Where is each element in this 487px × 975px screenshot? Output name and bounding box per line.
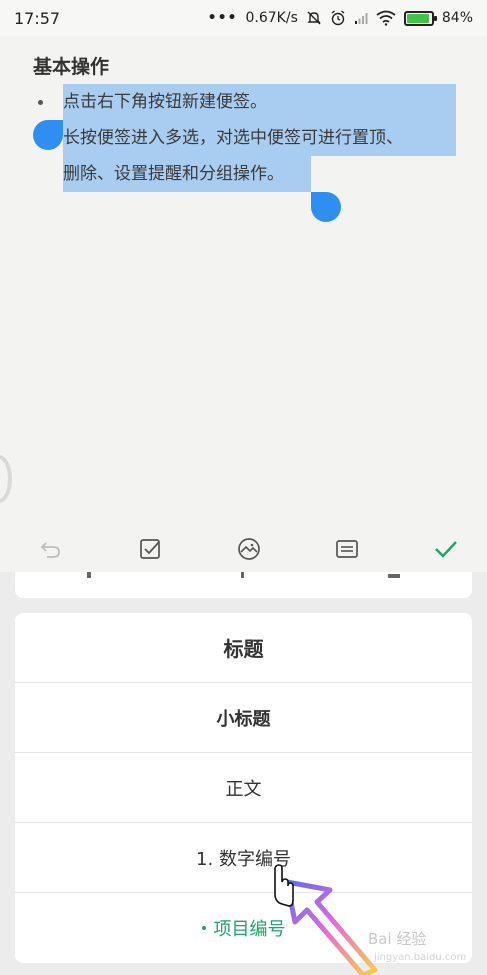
status-dots: ••• bbox=[207, 10, 238, 26]
done-check-icon bbox=[435, 541, 457, 558]
menu-item-label: 1. 数字编号 bbox=[196, 848, 291, 870]
insert-image-button[interactable] bbox=[234, 534, 264, 564]
selection-end-handle[interactable] bbox=[311, 192, 341, 222]
undo-icon bbox=[40, 542, 60, 558]
watermark-logo: Bai 经验 bbox=[368, 930, 427, 948]
checklist-button[interactable] bbox=[135, 534, 165, 564]
paragraph-style-menu: 标题 小标题 正文 1. 数字编号 项目编号 bbox=[15, 613, 472, 963]
format-tools-card[interactable] bbox=[15, 572, 472, 598]
watermark-url: jingyan.baidu.com bbox=[374, 952, 467, 963]
menu-item-heading[interactable]: 标题 bbox=[15, 613, 472, 683]
note-title[interactable]: 基本操作 bbox=[33, 52, 109, 79]
alarm-icon bbox=[331, 10, 345, 26]
image-icon bbox=[237, 538, 260, 560]
format-tool-mark bbox=[241, 572, 244, 578]
mute-bell-icon bbox=[307, 11, 321, 25]
bullet-dot bbox=[38, 100, 43, 105]
menu-item-label: 项目编号 bbox=[213, 919, 286, 940]
battery-percent: 84% bbox=[441, 10, 473, 26]
menu-item-label: 正文 bbox=[225, 778, 262, 800]
done-button[interactable] bbox=[431, 534, 461, 564]
network-speed: 0.67K/s bbox=[245, 10, 298, 26]
format-tool-mark bbox=[87, 572, 91, 578]
note-line[interactable]: 点击右下角按钮新建便签。 bbox=[63, 84, 267, 120]
status-time: 17:57 bbox=[14, 8, 61, 28]
menu-item-label: 标题 bbox=[223, 637, 264, 661]
checklist-icon bbox=[139, 539, 160, 559]
menu-item-subheading[interactable]: 小标题 bbox=[15, 683, 472, 753]
note-line[interactable]: 长按便签进入多选，对选中便签可进行置顶、 bbox=[63, 120, 403, 156]
editor-toolbar bbox=[0, 526, 487, 572]
note-line[interactable]: 删除、设置提醒和分组操作。 bbox=[63, 156, 284, 192]
wifi-icon bbox=[376, 10, 396, 26]
selection-start-handle[interactable] bbox=[33, 120, 63, 150]
status-icons: ••• 0.67K/s 84% bbox=[208, 10, 473, 26]
status-bar: 17:57 ••• 0.67K/s 84% bbox=[0, 0, 487, 36]
format-button[interactable] bbox=[332, 534, 362, 564]
format-icon bbox=[336, 540, 359, 558]
undo-button[interactable] bbox=[36, 534, 66, 564]
signal-icon bbox=[354, 13, 368, 24]
menu-item-numbered-list[interactable]: 1. 数字编号 bbox=[15, 823, 472, 893]
format-tool-mark bbox=[388, 574, 400, 578]
menu-item-label: 小标题 bbox=[216, 708, 271, 730]
battery-icon bbox=[403, 10, 437, 26]
bullet-icon bbox=[201, 926, 206, 930]
menu-item-body-text[interactable]: 正文 bbox=[15, 753, 472, 823]
